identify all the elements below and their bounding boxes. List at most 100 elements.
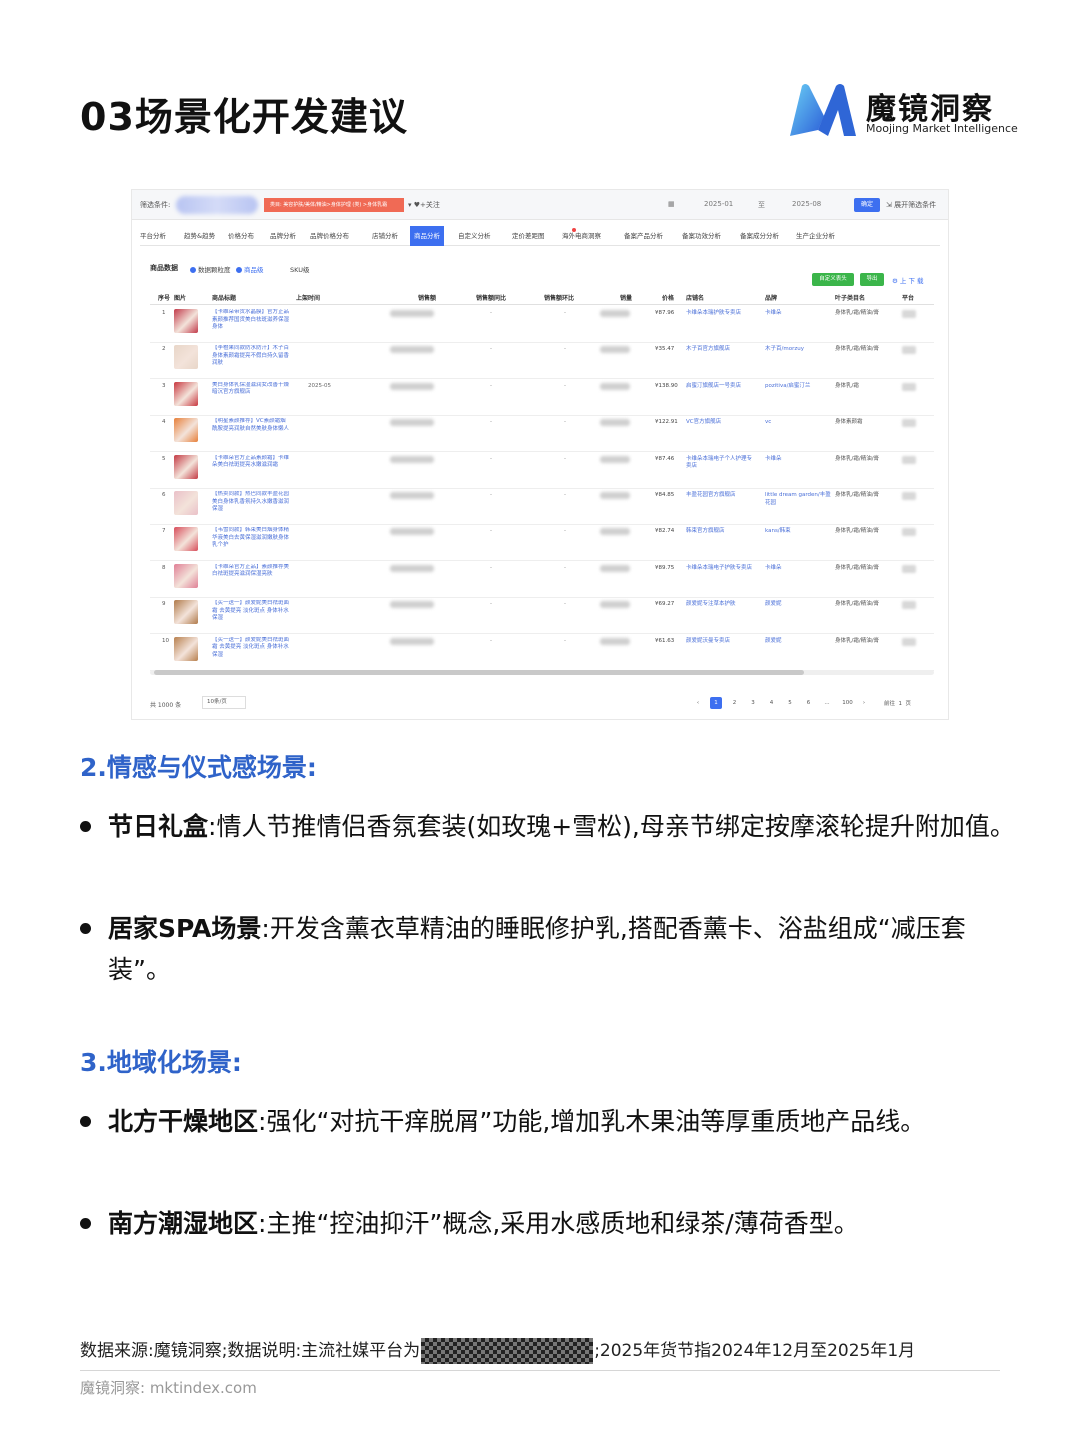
brand-link[interactable]: kans/韩束 <box>765 528 831 536</box>
product-thumbnail[interactable] <box>174 636 198 661</box>
product-title-link[interactable]: 【卡维朵带货水晶膜】官方正品素颜推荐国货美白祛斑滋养保湿身体 <box>212 309 290 337</box>
store-link[interactable]: 颜爱妮专注草本护肤 <box>686 601 756 609</box>
page-number-button[interactable]: 1 <box>710 697 722 709</box>
tab-item[interactable]: 备案功效分析 <box>682 226 721 246</box>
expand-filters-button[interactable]: ⇲ 展开筛选条件 <box>886 200 936 210</box>
tab-item[interactable]: 商品分析 <box>410 226 444 246</box>
page-number-button[interactable]: 3 <box>747 697 759 709</box>
store-link[interactable]: 卡维朵本瑞电子护肤专卖店 <box>686 565 756 573</box>
table-row[interactable]: 5 【卡维朵官方正品素颜霜】卡维朵美白祛斑提亮水嫩滋润霜 - - ¥87.46 卡维朵本瑞… <box>150 452 934 489</box>
scrollbar-thumb[interactable] <box>154 670 804 675</box>
download-button[interactable]: ⚙ 上 下 载 <box>892 275 924 285</box>
follow-button[interactable]: ▾ ♥+关注 <box>408 200 440 210</box>
radio-product-level[interactable]: 商品级 <box>236 264 264 274</box>
goto-input[interactable]: 1 <box>899 701 903 707</box>
page-number-button[interactable]: 100 <box>840 697 856 709</box>
tab-item[interactable]: 趋势&趋势 <box>184 226 215 246</box>
product-thumbnail[interactable] <box>174 345 198 370</box>
product-title-link[interactable]: 【卡维朵官方正品素颜霜】卡维朵美白祛斑提亮水嫩滋润霜 <box>212 455 290 483</box>
brand-link[interactable]: little dream garden/丰盈花园 <box>765 492 831 507</box>
radio-sku-level[interactable]: SKU级 <box>290 264 309 274</box>
product-thumbnail[interactable] <box>174 600 198 625</box>
tab-item[interactable]: 品牌分析 <box>270 226 296 246</box>
page-number-button[interactable]: 5 <box>784 697 796 709</box>
table-row[interactable]: 7 【韦雪同款】韩束美白烟身体精华液美白去黄保湿滋润嫩肤身体乳个护 - - ¥82.74… <box>150 524 934 562</box>
export-button[interactable]: 导出 <box>860 273 884 286</box>
column-header[interactable]: 销售额环比 <box>544 293 574 302</box>
store-link[interactable]: VC官方旗舰店 <box>686 419 756 427</box>
page-number-button[interactable]: 6 <box>803 697 815 709</box>
brand-link[interactable]: 木子百/morzuy <box>765 346 831 354</box>
tab-item[interactable]: 生产企业分析 <box>796 226 835 246</box>
table-row[interactable]: 4 【明星素颜推荐】VC素颜霜烟酰胺提亮润肤自然美肤身体懒人 - - ¥122.91 VC… <box>150 415 934 453</box>
product-title-link[interactable]: 【李橙果同款防水防汗】木子百身体素颜霜提亮不假白持久留香润肤 <box>212 345 290 373</box>
store-link[interactable]: 丰盈花园官方旗舰店 <box>686 492 756 500</box>
date-to[interactable]: 2025-08 <box>792 200 821 208</box>
brand-link[interactable]: vc <box>765 419 831 427</box>
table-row[interactable]: 6 【热卖同款】热巴同款丰盈花园美白身体乳香氛持久水嫩香滋润保湿 - - ¥84.85 丰… <box>150 488 934 525</box>
product-title-link[interactable]: 【明星素颜推荐】VC素颜霜烟酰胺提亮润肤自然美肤身体懒人 <box>212 418 290 446</box>
column-header[interactable]: 上架时间 <box>296 293 320 302</box>
column-header[interactable]: 销量 <box>620 293 632 302</box>
tab-item[interactable]: 备案成分分析 <box>740 226 779 246</box>
product-title-link[interactable]: 【卡维朵官方正品】素颜推荐美白祛斑提亮滋润保湿亮肤 <box>212 564 290 592</box>
table-row[interactable]: 8 【卡维朵官方正品】素颜推荐美白祛斑提亮滋润保湿亮肤 - - ¥89.75 卡维朵本瑞电… <box>150 561 934 598</box>
custom-header-button[interactable]: 自定义表头 <box>812 273 854 286</box>
brand-link[interactable]: 卡维朵 <box>765 310 831 318</box>
prev-page-icon[interactable]: ‹ <box>692 697 704 709</box>
page-number-button[interactable]: 2 <box>729 697 741 709</box>
table-row[interactable]: 9 【买一送一】颜爱妮美白祛斑面霜 去黄提亮 淡化斑点 身体补水保湿 - - ¥69.2… <box>150 597 934 635</box>
product-title-link[interactable]: 【买一送一】颜爱妮美白祛斑面霜 去黄提亮 淡化斑点 身体补水保湿 <box>212 637 290 665</box>
column-header[interactable]: 销售额同比 <box>476 293 506 302</box>
table-row[interactable]: 2 【李橙果同款防水防汗】木子百身体素颜霜提亮不假白持久留香润肤 - - ¥35.47 木… <box>150 342 934 380</box>
tab-item[interactable]: 自定义分析 <box>458 226 491 246</box>
brand-link[interactable]: 卡维朵 <box>765 456 831 464</box>
page-number-button[interactable]: ... <box>821 697 833 709</box>
store-link[interactable]: 韩束官方旗舰店 <box>686 528 756 536</box>
tab-item[interactable]: 店铺分析 <box>372 226 398 246</box>
store-link[interactable]: 卡维朵本瑞护肤专卖店 <box>686 310 756 318</box>
product-thumbnail[interactable] <box>174 563 198 588</box>
category-filter-chip[interactable]: 类目: 美容护肤/美体/精油>身体护理 (类) >身体乳霜 <box>264 198 404 212</box>
page-number-button[interactable]: 4 <box>766 697 778 709</box>
column-header[interactable]: 价格 <box>662 293 674 302</box>
column-header[interactable]: 序号 <box>158 293 170 302</box>
tab-item[interactable]: 备案产品分析 <box>624 226 663 246</box>
product-thumbnail[interactable] <box>174 491 198 515</box>
tab-item[interactable]: 平台分析 <box>140 226 166 246</box>
brand-link[interactable]: 颜爱妮 <box>765 638 831 646</box>
column-header[interactable]: 叶子类目名 <box>835 293 865 302</box>
product-title-link[interactable]: 【买一送一】颜爱妮美白祛斑面霜 去黄提亮 淡化斑点 身体补水保湿 <box>212 600 290 628</box>
tab-item[interactable]: 海外电商洞察 <box>562 226 601 246</box>
page-size-select[interactable]: 10条/页 <box>202 696 246 709</box>
granularity-radio[interactable]: 数据颗粒度 <box>190 264 231 274</box>
column-header[interactable]: 店铺名 <box>686 293 704 302</box>
column-header[interactable]: 商品标题 <box>212 293 236 302</box>
confirm-button[interactable]: 确定 <box>854 198 880 212</box>
product-thumbnail[interactable] <box>174 381 198 406</box>
product-thumbnail[interactable] <box>174 454 198 479</box>
product-title-link[interactable]: 【韦雪同款】韩束美白烟身体精华液美白去黄保湿滋润嫩肤身体乳个护 <box>212 527 290 555</box>
store-link[interactable]: 木子百官方旗舰店 <box>686 346 756 354</box>
column-header[interactable]: 品牌 <box>765 293 777 302</box>
product-title-link[interactable]: 【热卖同款】热巴同款丰盈花园美白身体乳香氛持久水嫩香滋润保湿 <box>212 491 290 519</box>
tab-item[interactable]: 品牌价格分布 <box>310 226 349 246</box>
table-row[interactable]: 1 【卡维朵带货水晶膜】官方正品素颜推荐国货美白祛斑滋养保湿身体 - - ¥87.96 卡… <box>150 306 934 343</box>
brand-link[interactable]: 颜爱妮 <box>765 601 831 609</box>
column-header[interactable]: 图片 <box>174 293 186 302</box>
store-link[interactable]: 颜爱妮沃曼专卖店 <box>686 638 756 646</box>
table-row[interactable]: 10 【买一送一】颜爱妮美白祛斑面霜 去黄提亮 淡化斑点 身体补水保湿 - - ¥61.… <box>150 634 934 671</box>
tab-item[interactable]: 定价差距图 <box>512 226 545 246</box>
store-link[interactable]: 卡维朵本瑞电子个人护理专卖店 <box>686 456 756 471</box>
brand-link[interactable]: 卡维朵 <box>765 565 831 573</box>
product-thumbnail[interactable] <box>174 527 198 552</box>
product-title-link[interactable]: 美白身体乳保湿滋润女改善干燥暗沉官方旗舰店 <box>212 382 290 410</box>
store-link[interactable]: 启蜜汀旗舰店一号卖店 <box>686 383 756 391</box>
column-header[interactable]: 销售额 <box>418 293 436 302</box>
brand-link[interactable]: pozitiva/启蜜汀兰 <box>765 383 831 391</box>
next-page-icon[interactable]: › <box>858 697 870 709</box>
product-thumbnail[interactable] <box>174 418 198 443</box>
column-header[interactable]: 平台 <box>902 293 914 302</box>
tab-item[interactable]: 价格分布 <box>228 226 254 246</box>
product-thumbnail[interactable] <box>174 309 198 333</box>
